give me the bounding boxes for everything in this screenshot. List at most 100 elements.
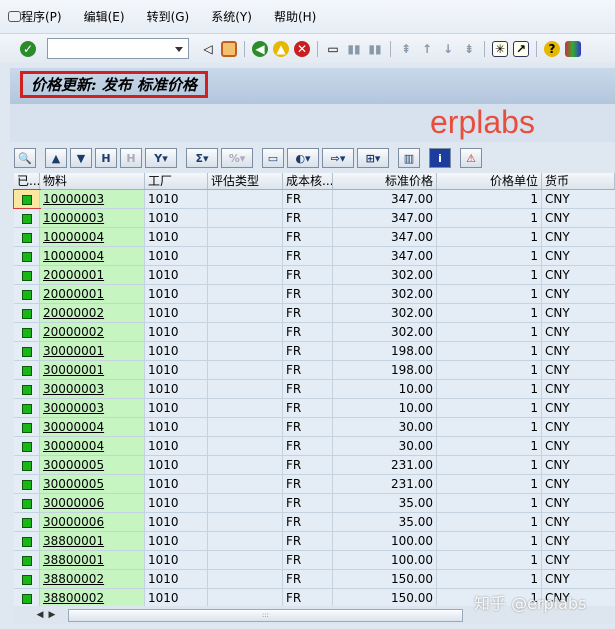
help-icon[interactable]: ? (544, 40, 560, 57)
col-currency[interactable]: 货币 (542, 173, 615, 189)
enter-icon[interactable]: ✓ (20, 40, 36, 57)
col-plant[interactable]: 工厂 (145, 173, 208, 189)
table-row[interactable]: 38800001 1010 FR 100.00 1 CNY (14, 532, 615, 551)
status-cell[interactable] (14, 551, 40, 569)
command-field[interactable] (47, 38, 189, 59)
material-value[interactable]: 30000004 (43, 439, 104, 453)
table-row[interactable]: 10000004 1010 FR 347.00 1 CNY (14, 228, 615, 247)
status-cell[interactable] (14, 228, 40, 246)
table-row[interactable]: 10000003 1010 FR 347.00 1 CNY (14, 209, 615, 228)
table-row[interactable]: 20000002 1010 FR 302.00 1 CNY (14, 323, 615, 342)
back-green-icon[interactable]: ◀ (252, 40, 268, 57)
cell-material[interactable]: 30000001 (40, 361, 145, 379)
table-row[interactable]: 38800001 1010 FR 100.00 1 CNY (14, 551, 615, 570)
sum-icon[interactable]: Σ▾ (186, 148, 218, 168)
layout-icon[interactable]: ⊞▾ (357, 148, 389, 168)
cell-material[interactable]: 30000005 (40, 475, 145, 493)
print-icon[interactable]: ▭ (325, 41, 341, 57)
status-cell[interactable] (14, 380, 40, 398)
cell-material[interactable]: 20000001 (40, 266, 145, 284)
scroll-thumb[interactable]: ::: (68, 608, 463, 622)
cell-material[interactable]: 10000004 (40, 228, 145, 246)
table-row[interactable]: 30000004 1010 FR 30.00 1 CNY (14, 437, 615, 456)
find-icon[interactable]: H (95, 148, 117, 168)
views-icon[interactable]: ◐▾ (287, 148, 319, 168)
cell-material[interactable]: 30000004 (40, 418, 145, 436)
details-icon[interactable]: 🔍 (14, 148, 36, 168)
table-row[interactable]: 20000001 1010 FR 302.00 1 CNY (14, 285, 615, 304)
material-value[interactable]: 30000003 (43, 401, 104, 415)
table-row[interactable]: 30000006 1010 FR 35.00 1 CNY (14, 494, 615, 513)
material-value[interactable]: 10000003 (43, 211, 104, 225)
new-session-icon[interactable]: ✳ (492, 40, 508, 57)
status-cell[interactable] (14, 513, 40, 531)
status-cell[interactable] (14, 304, 40, 322)
status-cell[interactable] (14, 247, 40, 265)
status-cell[interactable] (14, 342, 40, 360)
cell-material[interactable]: 30000003 (40, 380, 145, 398)
sort-descending-icon[interactable]: ▼ (70, 148, 92, 168)
cell-material[interactable]: 10000003 (40, 190, 145, 208)
table-row[interactable]: 10000004 1010 FR 347.00 1 CNY (14, 247, 615, 266)
status-cell[interactable] (14, 437, 40, 455)
status-cell[interactable] (14, 209, 40, 227)
layout-icon[interactable] (565, 40, 581, 57)
filter-icon[interactable]: Y▾ (145, 148, 177, 168)
menu-system[interactable]: 系统(Y) (211, 8, 252, 25)
menu-icon[interactable] (8, 11, 21, 22)
cell-material[interactable]: 38800002 (40, 589, 145, 607)
status-cell[interactable] (14, 532, 40, 550)
material-value[interactable]: 30000003 (43, 382, 104, 396)
table-row[interactable]: 20000001 1010 FR 302.00 1 CNY (14, 266, 615, 285)
material-value[interactable]: 38800002 (43, 572, 104, 586)
graphic-icon[interactable]: ▥ (398, 148, 420, 168)
status-cell[interactable] (14, 475, 40, 493)
find-next-icon[interactable]: ▮▮ (367, 41, 383, 57)
cell-material[interactable]: 30000001 (40, 342, 145, 360)
material-value[interactable]: 30000005 (43, 477, 104, 491)
cell-material[interactable]: 38800002 (40, 570, 145, 588)
table-row[interactable]: 30000003 1010 FR 10.00 1 CNY (14, 380, 615, 399)
table-row[interactable]: 30000006 1010 FR 35.00 1 CNY (14, 513, 615, 532)
material-value[interactable]: 38800001 (43, 534, 104, 548)
cell-material[interactable]: 10000004 (40, 247, 145, 265)
cell-material[interactable]: 30000004 (40, 437, 145, 455)
scroll-right-icon[interactable]: ▶ (46, 610, 58, 620)
material-value[interactable]: 38800001 (43, 553, 104, 567)
last-page-icon[interactable]: ⇟ (461, 41, 477, 57)
status-cell[interactable] (14, 456, 40, 474)
material-value[interactable]: 10000003 (43, 192, 104, 206)
menu-edit[interactable]: 编辑(E) (84, 8, 125, 25)
status-cell[interactable] (14, 589, 40, 607)
table-row[interactable]: 30000001 1010 FR 198.00 1 CNY (14, 361, 615, 380)
menu-goto[interactable]: 转到(G) (147, 8, 190, 25)
material-value[interactable]: 10000004 (43, 230, 104, 244)
cell-material[interactable]: 20000001 (40, 285, 145, 303)
col-costing[interactable]: 成本核... (283, 173, 333, 189)
col-valuation-type[interactable]: 评估类型 (208, 173, 283, 189)
find-icon[interactable]: ▮▮ (346, 41, 362, 57)
status-cell[interactable] (14, 570, 40, 588)
status-cell[interactable] (14, 285, 40, 303)
table-row[interactable]: 20000002 1010 FR 302.00 1 CNY (14, 304, 615, 323)
table-row[interactable]: 30000005 1010 FR 231.00 1 CNY (14, 475, 615, 494)
material-value[interactable]: 30000006 (43, 496, 104, 510)
material-value[interactable]: 30000001 (43, 363, 104, 377)
table-row[interactable]: 10000003 1010 FR 347.00 1 CNY (13, 189, 615, 209)
info-icon[interactable]: i (429, 148, 451, 168)
subtotal-icon[interactable]: %▾ (221, 148, 253, 168)
status-cell[interactable] (14, 399, 40, 417)
save-icon[interactable] (221, 40, 237, 57)
status-cell[interactable] (14, 494, 40, 512)
material-value[interactable]: 30000006 (43, 515, 104, 529)
sort-ascending-icon[interactable]: ▲ (45, 148, 67, 168)
col-status[interactable]: 已... (14, 173, 40, 189)
menu-program[interactable]: 程序(P) (21, 8, 62, 25)
material-value[interactable]: 20000001 (43, 268, 104, 282)
material-value[interactable]: 30000004 (43, 420, 104, 434)
table-row[interactable]: 30000001 1010 FR 198.00 1 CNY (14, 342, 615, 361)
table-row[interactable]: 30000005 1010 FR 231.00 1 CNY (14, 456, 615, 475)
cell-material[interactable]: 30000006 (40, 513, 145, 531)
col-standard-price[interactable]: 标准价格 (333, 173, 437, 189)
material-value[interactable]: 30000005 (43, 458, 104, 472)
